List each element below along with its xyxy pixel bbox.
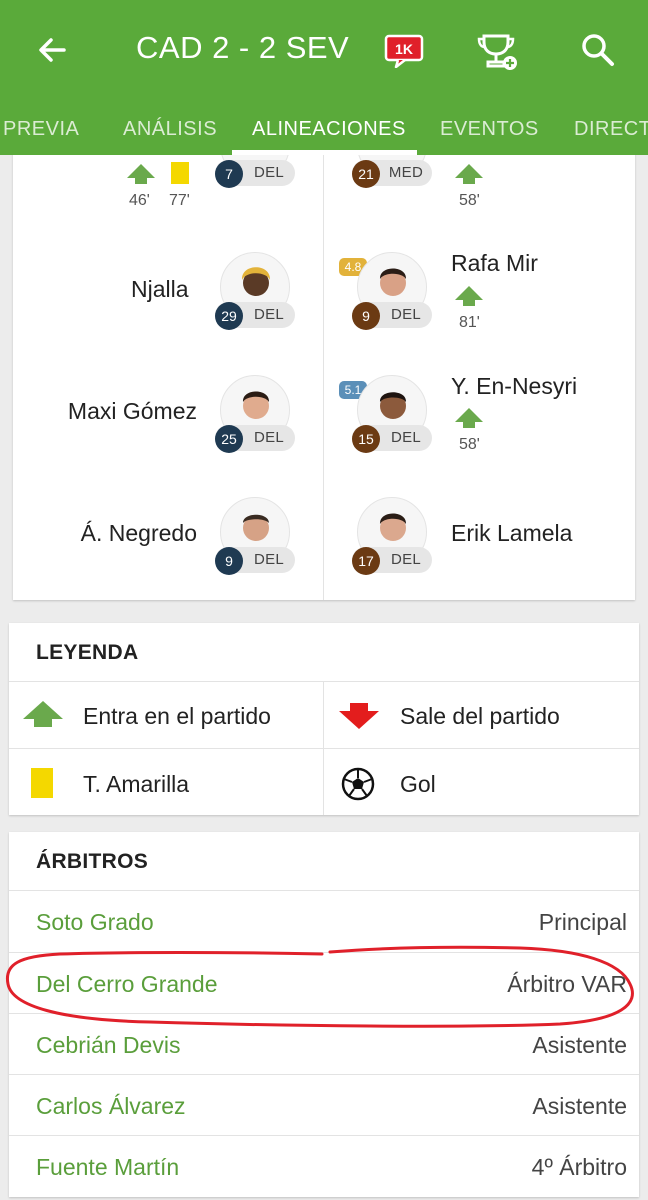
player-position: DEL xyxy=(253,306,285,323)
card-minute: 77' xyxy=(169,192,190,209)
sub-in-arrow-icon xyxy=(455,408,483,428)
player-home-2[interactable]: 25 DEL xyxy=(215,375,295,467)
referees-title: ÁRBITROS xyxy=(36,850,149,873)
player-name[interactable]: Erik Lamela xyxy=(451,520,572,547)
sub-in-arrow-icon xyxy=(23,701,63,727)
referee-role: Asistente xyxy=(532,1032,627,1058)
player-name[interactable]: Rafa Mir xyxy=(451,250,538,277)
referee-role: Principal xyxy=(538,909,627,935)
player-name[interactable]: Y. En-Nesyri xyxy=(451,373,577,400)
player-number: 29 xyxy=(215,302,243,330)
soccer-ball-icon xyxy=(341,767,375,801)
player-position: DEL xyxy=(253,429,285,446)
sub-in-arrow-icon xyxy=(127,164,155,184)
referee-name[interactable]: Cebrián Devis xyxy=(36,1032,180,1059)
referees-card: ÁRBITROS Soto Grado Principal Del Cerro … xyxy=(9,832,639,1197)
legend-label: Gol xyxy=(400,771,436,797)
badge-count: 1K xyxy=(395,41,413,57)
legend-title: LEYENDA xyxy=(36,641,139,664)
lineup-divider xyxy=(323,130,324,600)
tab-analisis[interactable]: ANÁLISIS xyxy=(123,118,217,141)
player-number: 17 xyxy=(352,547,380,575)
comments-badge-icon: 1K xyxy=(384,34,424,69)
sub-minute: 58' xyxy=(459,192,480,209)
player-number: 21 xyxy=(352,160,380,188)
player-position: DEL xyxy=(390,551,422,568)
player-position: DEL xyxy=(253,164,285,181)
legend-label: T. Amarilla xyxy=(83,771,190,797)
referee-role: Árbitro VAR xyxy=(507,971,627,997)
player-name[interactable]: Maxi Gómez xyxy=(39,398,197,425)
match-title: CAD 2 - 2 SEV xyxy=(136,30,350,65)
player-away-2[interactable]: 15 DEL xyxy=(352,375,432,467)
player-number: 9 xyxy=(215,547,243,575)
yellow-card-icon xyxy=(31,768,53,798)
sub-out-arrow-icon xyxy=(339,703,379,729)
tab-directo[interactable]: DIRECTO xyxy=(574,118,648,141)
search-icon[interactable] xyxy=(578,30,618,70)
referee-name[interactable]: Fuente Martín xyxy=(36,1154,179,1181)
sub-minute: 58' xyxy=(459,436,480,453)
sub-minute: 46' xyxy=(129,192,150,209)
player-away-3[interactable]: 17 DEL xyxy=(352,497,432,589)
sub-in-arrow-icon xyxy=(455,164,483,184)
player-home-1[interactable]: 29 DEL xyxy=(215,252,295,344)
player-position: DEL xyxy=(390,429,422,446)
yellow-card-icon xyxy=(171,162,189,184)
sub-minute: 81' xyxy=(459,314,480,331)
legend-card: LEYENDA Entra en el partido Sale del par… xyxy=(9,623,639,815)
player-position: DEL xyxy=(390,306,422,323)
player-home-3[interactable]: 9 DEL xyxy=(215,497,295,589)
active-tab-indicator xyxy=(232,150,417,155)
referee-name[interactable]: Carlos Álvarez xyxy=(36,1093,186,1120)
legend-label: Sale del partido xyxy=(400,703,560,729)
player-name[interactable]: Njalla xyxy=(131,276,189,303)
referee-role: 4º Árbitro xyxy=(531,1154,627,1180)
legend-label: Entra en el partido xyxy=(83,703,271,729)
back-arrow-icon[interactable] xyxy=(32,30,72,70)
tab-bar: PREVIA ANÁLISIS ALINEACIONES EVENTOS DIR… xyxy=(0,100,648,155)
player-name[interactable]: Á. Negredo xyxy=(39,520,197,547)
player-number: 7 xyxy=(215,160,243,188)
player-position: DEL xyxy=(253,551,285,568)
player-position: MED xyxy=(388,164,424,181)
sub-in-arrow-icon xyxy=(455,286,483,306)
referee-role: Asistente xyxy=(532,1093,627,1119)
tab-alineaciones[interactable]: ALINEACIONES xyxy=(252,118,406,141)
trophy-add-icon[interactable] xyxy=(476,32,520,72)
tab-eventos[interactable]: EVENTOS xyxy=(440,118,539,141)
referee-name[interactable]: Del Cerro Grande xyxy=(36,971,218,998)
player-away-1[interactable]: 9 DEL xyxy=(352,252,432,344)
player-number: 9 xyxy=(352,302,380,330)
tab-previa[interactable]: PREVIA xyxy=(3,118,79,141)
lineup-card: 46' 77' 7 DEL 21 MED 58' Njalla 29 DEL 4… xyxy=(13,110,635,600)
player-number: 15 xyxy=(352,425,380,453)
app-bar: CAD 2 - 2 SEV 1K PREVIA ANÁLISIS ALINEAC… xyxy=(0,0,648,155)
player-number: 25 xyxy=(215,425,243,453)
referee-name[interactable]: Soto Grado xyxy=(36,909,154,936)
comments-badge[interactable]: 1K xyxy=(384,34,424,69)
